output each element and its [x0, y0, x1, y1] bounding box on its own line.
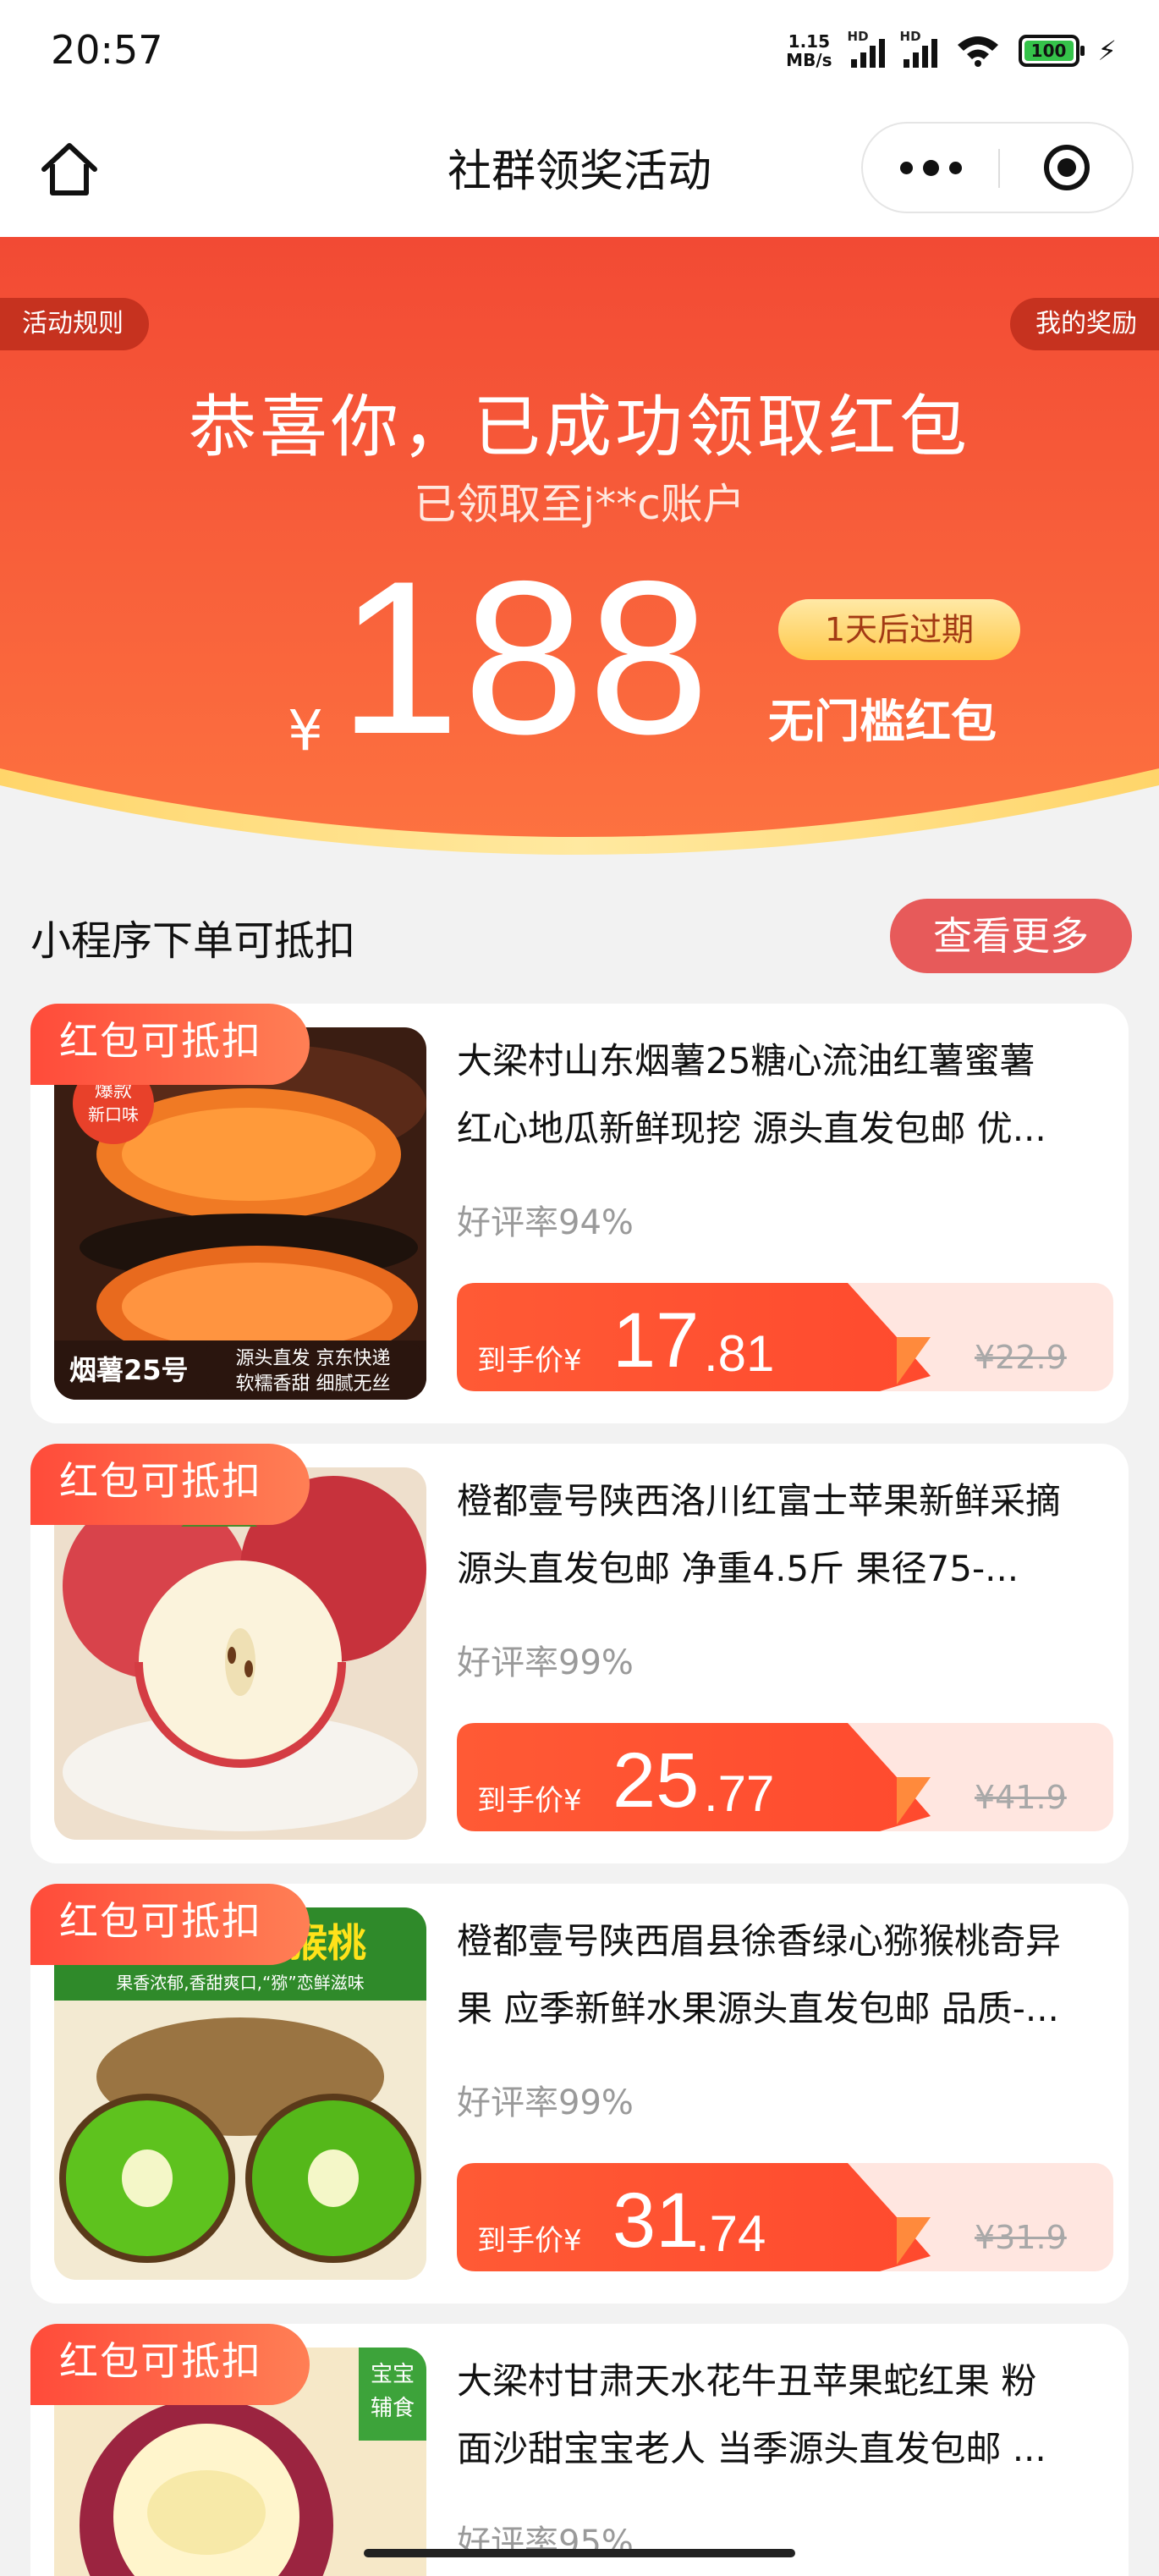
- product-title[interactable]: 橙都壹号陕西洛川红富士苹果新鲜采摘 源头直发包邮 净重4.5斤 果径75-...: [457, 1467, 1108, 1603]
- original-price: ¥41.9: [975, 1779, 1067, 1816]
- home-indicator[interactable]: [364, 2549, 795, 2557]
- price-integer: 25: [612, 1737, 700, 1824]
- svg-text:烟薯25号: 烟薯25号: [69, 1354, 189, 1386]
- red-packet-deductible-badge: 红包可抵扣: [30, 2324, 310, 2405]
- activity-rules-tab[interactable]: 活动规则: [0, 298, 149, 350]
- svg-text:软糯香甜 细腻无丝: 软糯香甜 细腻无丝: [236, 1373, 391, 1395]
- price-integer: 17: [612, 1297, 700, 1384]
- reward-banner: 活动规则 我的奖励 恭喜你，已成功领取红包 已领取至j**c账户 ¥ 188 1…: [0, 237, 1159, 880]
- original-price: ¥31.9: [975, 2219, 1067, 2256]
- product-title[interactable]: 橙都壹号陕西眉县徐香绿心猕猴桃奇异 果 应季新鲜水果源头直发包邮 品质-...: [457, 1907, 1108, 2043]
- network-speed: 1.15 MB/s: [786, 31, 832, 70]
- status-time: 20:57: [51, 27, 163, 73]
- status-bar: 20:57 1.15 MB/s HD HD 100 ⚡: [0, 0, 1159, 110]
- product-card[interactable]: 猕猴桃 果香浓郁,香甜爽口,“猕”恋鲜滋味 红包可抵扣 橙都壹号陕西眉县徐香绿心…: [30, 1884, 1129, 2304]
- price-label: 到手价¥: [477, 1784, 582, 1818]
- close-target-icon: [1044, 145, 1090, 190]
- svg-text:宝宝: 宝宝: [371, 2362, 415, 2387]
- svg-text:源头直发 京东快递: 源头直发 京东快递: [236, 1348, 391, 1369]
- svg-text:新口味: 新口味: [88, 1104, 139, 1125]
- battery-icon: 100: [1018, 35, 1085, 67]
- signal-icon: HD: [848, 29, 885, 68]
- see-more-button[interactable]: 查看更多: [890, 899, 1132, 973]
- price-bar[interactable]: 到手价¥ 25 .77 ¥41.9: [457, 1723, 1113, 1831]
- price-integer: 31: [612, 2177, 700, 2264]
- signal-icon-2: HD: [900, 29, 937, 68]
- threshold-label: 无门槛红包: [768, 695, 997, 748]
- dot-icon: [922, 159, 939, 176]
- congrats-headline: 恭喜你，已成功领取红包: [189, 388, 970, 466]
- section-title: 小程序下单可抵扣: [30, 917, 356, 965]
- red-packet-deductible-badge: 红包可抵扣: [30, 1444, 310, 1525]
- nav-bar: 社群领奖活动: [0, 110, 1159, 237]
- dot-icon: [948, 161, 962, 174]
- close-button[interactable]: [1000, 124, 1134, 212]
- positive-rating: 好评率99%: [457, 1643, 634, 1682]
- wifi-icon: [957, 36, 998, 67]
- price-label: 到手价¥: [477, 2224, 582, 2258]
- red-packet-deductible-badge: 红包可抵扣: [30, 1004, 310, 1085]
- product-title[interactable]: 大梁村山东烟薯25糖心流油红薯蜜薯 红心地瓜新鲜现挖 源头直发包邮 优...: [457, 1027, 1108, 1163]
- dot-icon: [899, 161, 913, 174]
- status-icons: 1.15 MB/s HD HD 100 ⚡: [786, 29, 1117, 70]
- price-decimal: .81: [704, 1325, 775, 1382]
- more-menu-button[interactable]: [863, 124, 998, 212]
- svg-text:果香浓郁,香甜爽口,“猕”恋鲜滋味: 果香浓郁,香甜爽口,“猕”恋鲜滋味: [116, 1973, 364, 1993]
- product-card[interactable]: 爆款 新口味 烟薯25号 源头直发 京东快递 软糯香甜 细腻无丝 红包可抵扣 大…: [30, 1004, 1129, 1423]
- currency-symbol: ¥: [288, 698, 323, 763]
- svg-text:辅食: 辅食: [371, 2396, 415, 2421]
- price-decimal: .74: [695, 2205, 766, 2262]
- account-line: 已领取至j**c账户: [414, 480, 745, 529]
- price-bar[interactable]: 到手价¥ 17 .81 ¥22.9: [457, 1283, 1113, 1391]
- price-label: 到手价¥: [477, 1344, 582, 1378]
- product-card[interactable]: 宝宝 辅食 红包可抵扣 大梁村甘肃天水花牛丑苹果蛇红果 粉 面沙甜宝宝老人 当季…: [30, 2324, 1129, 2576]
- positive-rating: 好评率99%: [457, 2083, 634, 2122]
- positive-rating: 好评率94%: [457, 1203, 634, 1242]
- price-decimal: .77: [704, 1765, 775, 1822]
- price-bar[interactable]: 到手价¥ 31 .74 ¥31.9: [457, 2163, 1113, 2271]
- product-card[interactable]: 红包可抵扣 橙都壹号陕西洛川红富士苹果新鲜采摘 源头直发包邮 净重4.5斤 果径…: [30, 1444, 1129, 1863]
- expire-badge: 1天后过期: [778, 599, 1020, 660]
- my-rewards-tab[interactable]: 我的奖励: [1010, 298, 1159, 350]
- red-packet-deductible-badge: 红包可抵扣: [30, 1884, 310, 1965]
- original-price: ¥22.9: [975, 1339, 1067, 1376]
- mini-program-capsule: [861, 122, 1134, 213]
- charging-icon: ⚡: [1097, 35, 1117, 67]
- red-packet-amount: 188: [338, 535, 713, 779]
- product-title[interactable]: 大梁村甘肃天水花牛丑苹果蛇红果 粉 面沙甜宝宝老人 当季源头直发包邮 ...: [457, 2348, 1108, 2483]
